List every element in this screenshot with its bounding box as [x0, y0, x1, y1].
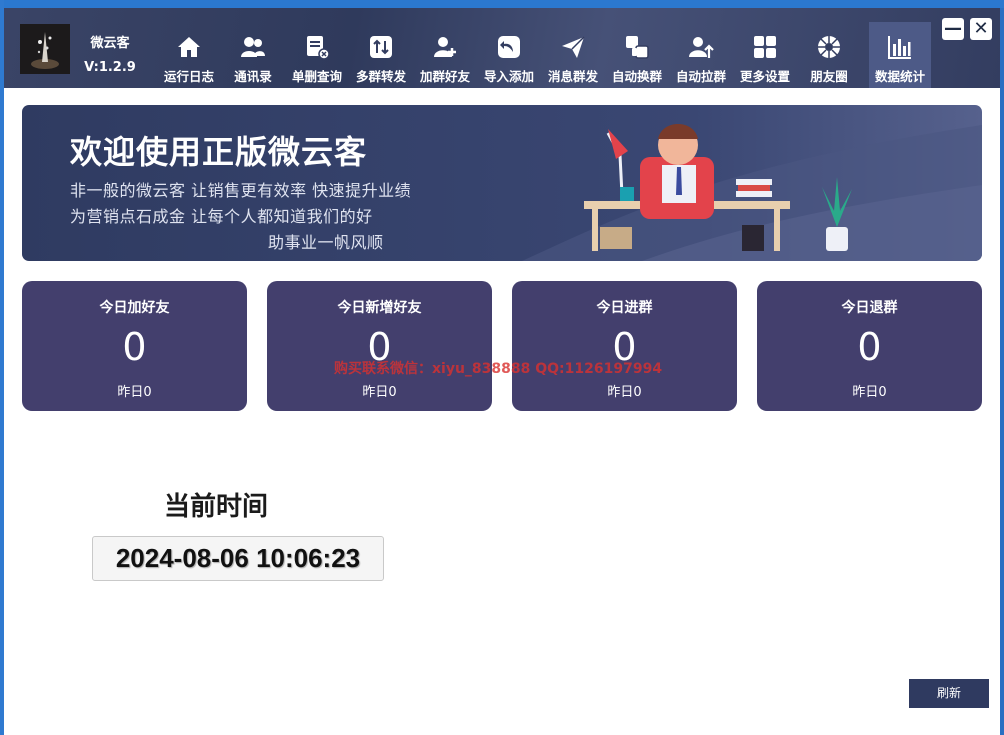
home-icon: [178, 37, 200, 57]
window-top-strip: [0, 0, 1004, 8]
nav-run-log[interactable]: 运行日志: [158, 22, 220, 88]
forward-icon: [370, 36, 392, 58]
app-window: 微云客 V:1.2.9 运行日志 通讯录 单删查询 多群转发 加群好友 导入添加…: [4, 8, 1000, 735]
nav-label: 加群好友: [419, 69, 470, 84]
app-name: 微云客: [90, 36, 130, 51]
contacts-icon: [241, 37, 265, 57]
nav-label: 多群转发: [355, 69, 406, 84]
stat-card-join-group: 今日进群 0 昨日0: [512, 281, 737, 411]
refresh-button[interactable]: 刷新: [909, 679, 989, 708]
nav-label: 消息群发: [547, 69, 598, 84]
stat-value: 0: [122, 325, 147, 369]
nav-label: 单删查询: [291, 69, 342, 84]
header-toolbar: 微云客 V:1.2.9 运行日志 通讯录 单删查询 多群转发 加群好友 导入添加…: [4, 8, 1000, 88]
banner-title: 欢迎使用正版微云客: [70, 133, 368, 171]
stat-yesterday: 昨日0: [607, 385, 642, 400]
nav-label: 自动拉群: [675, 69, 726, 84]
banner-line-1: 非一般的微云客 让销售更有效率 快速提升业绩: [70, 181, 412, 200]
minimize-button[interactable]: —: [942, 18, 964, 40]
nav-moments[interactable]: 朋友圈: [798, 22, 860, 88]
stat-card-add-friend: 今日加好友 0 昨日0: [22, 281, 247, 411]
stat-card-leave-group: 今日退群 0 昨日0: [757, 281, 982, 411]
nav-auto-pull-group[interactable]: 自动拉群: [670, 22, 732, 88]
chart-icon: [888, 36, 911, 59]
nav-label: 更多设置: [739, 69, 790, 84]
nav-import-add[interactable]: 导入添加: [478, 22, 540, 88]
grid-icon: [754, 36, 776, 58]
nav-delete-check[interactable]: 单删查询: [286, 22, 348, 88]
app-version: V:1.2.9: [84, 60, 136, 75]
stat-title: 今日新增好友: [337, 300, 422, 316]
stat-title: 今日进群: [596, 300, 653, 316]
nav-label: 导入添加: [483, 69, 534, 84]
pull-group-icon: [689, 37, 714, 58]
current-time-display: 2024-08-06 10:06:23: [92, 536, 384, 581]
nav-label: 运行日志: [163, 69, 214, 84]
nav-more-settings[interactable]: 更多设置: [734, 22, 796, 88]
nav-label: 通讯录: [234, 69, 272, 84]
banner-line-2: 为营销点石成金 让每个人都知道我们的好: [70, 207, 373, 226]
close-button[interactable]: ✕: [970, 18, 992, 40]
stat-title: 今日加好友: [99, 300, 170, 316]
stat-yesterday: 昨日0: [852, 385, 887, 400]
add-friend-icon: [434, 37, 456, 57]
nav-auto-switch-group[interactable]: 自动换群: [606, 22, 668, 88]
nav-label: 朋友圈: [810, 69, 848, 84]
stat-value: 0: [857, 325, 882, 369]
welcome-banner: 欢迎使用正版微云客 非一般的微云客 让销售更有效率 快速提升业绩 为营销点石成金…: [22, 105, 982, 261]
current-time-label: 当前时间: [164, 492, 269, 522]
app-logo: [20, 24, 70, 74]
watermark-text: 购买联系微信：xiyu_838888 QQ:1126197994: [334, 361, 663, 377]
send-icon: [562, 36, 585, 58]
nav-multi-forward[interactable]: 多群转发: [350, 22, 412, 88]
switch-group-icon: [626, 36, 649, 59]
nav-contacts[interactable]: 通讯录: [222, 22, 284, 88]
banner-line-3: 助事业一帆风顺: [268, 233, 384, 252]
stat-yesterday: 昨日0: [117, 385, 152, 400]
nav-mass-message[interactable]: 消息群发: [542, 22, 604, 88]
nav-label: 数据统计: [874, 69, 925, 84]
nav-add-group-friend[interactable]: 加群好友: [414, 22, 476, 88]
moments-icon: [818, 36, 840, 58]
nav-data-stats[interactable]: 数据统计: [869, 22, 931, 88]
stat-title: 今日退群: [841, 300, 898, 316]
delete-check-icon: [307, 36, 330, 60]
nav-label: 自动换群: [611, 69, 662, 84]
stat-yesterday: 昨日0: [362, 385, 397, 400]
stat-card-new-friend: 今日新增好友 0 昨日0: [267, 281, 492, 411]
import-icon: [498, 36, 520, 58]
